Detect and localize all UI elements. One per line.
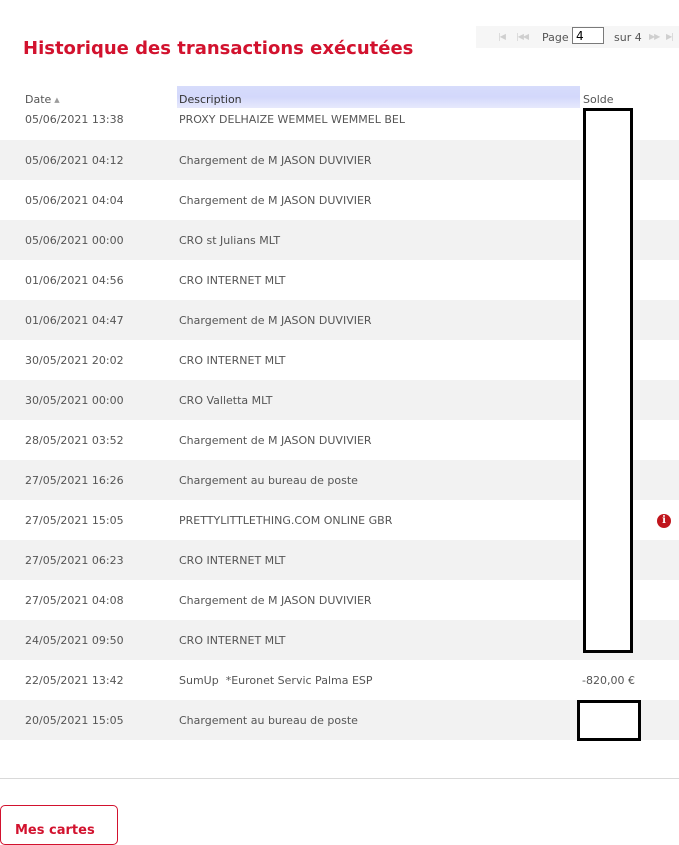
transaction-description: Chargement de M JASON DUVIVIER: [179, 434, 372, 447]
transaction-description: CRO st Julians MLT: [179, 234, 281, 247]
table-row[interactable]: 01/06/2021 04:47 Chargement de M JASON DU…: [0, 300, 679, 340]
transaction-description: Chargement de M JASON DUVIVIER: [179, 594, 372, 607]
transaction-description: Chargement de M JASON DUVIVIER: [179, 194, 372, 207]
transaction-date: 27/05/2021 15:05: [25, 514, 124, 527]
transaction-date: 05/06/2021 04:12: [25, 154, 124, 167]
transaction-date: 30/05/2021 20:02: [25, 354, 124, 367]
transaction-description: CRO INTERNET MLT: [179, 354, 286, 367]
table-row[interactable]: 24/05/2021 09:50 CRO INTERNET MLT: [0, 620, 679, 660]
transaction-date: 01/06/2021 04:47: [25, 314, 124, 327]
next-page-icon[interactable]: ▶▶: [649, 32, 660, 41]
transaction-description: Chargement au bureau de poste: [179, 474, 358, 487]
page-total-label: sur 4: [614, 31, 642, 44]
redaction-box: [577, 700, 641, 741]
my-cards-button[interactable]: Mes cartes: [0, 805, 118, 845]
divider: [0, 778, 679, 779]
table-row[interactable]: 27/05/2021 15:05 PRETTYLITTLETHING.COM ON…: [0, 500, 679, 540]
transaction-description: PRETTYLITTLETHING.COM ONLINE GBR: [179, 514, 393, 527]
page-label: Page: [542, 31, 569, 44]
transaction-description: CRO INTERNET MLT: [179, 634, 286, 647]
transaction-date: 05/06/2021 00:00: [25, 234, 124, 247]
last-page-icon[interactable]: ▶|: [666, 32, 674, 41]
transaction-date: 01/06/2021 04:56: [25, 274, 124, 287]
transaction-description: CRO INTERNET MLT: [179, 274, 286, 287]
page-title: Historique des transactions exécutées: [23, 38, 414, 59]
transaction-date: 27/05/2021 16:26: [25, 474, 124, 487]
table-row[interactable]: 05/06/2021 04:12 Chargement de M JASON DU…: [0, 140, 679, 180]
transaction-date: 27/05/2021 06:23: [25, 554, 124, 567]
transaction-description: Chargement de M JASON DUVIVIER: [179, 314, 372, 327]
transaction-date: 30/05/2021 00:00: [25, 394, 124, 407]
info-icon[interactable]: i: [657, 514, 671, 528]
transaction-description: CRO INTERNET MLT: [179, 554, 286, 567]
table-row[interactable]: 05/06/2021 13:38 PROXY DELHAIZE WEMMEL WE…: [0, 100, 679, 140]
table-row[interactable]: 28/05/2021 03:52 Chargement de M JASON DU…: [0, 420, 679, 460]
pagination: |◀ |◀◀ Page sur 4 ▶▶ ▶|: [476, 26, 679, 48]
transaction-description: Chargement de M JASON DUVIVIER: [179, 154, 372, 167]
prev-page-icon[interactable]: |◀◀: [516, 32, 529, 41]
table-row[interactable]: 01/06/2021 04:56 CRO INTERNET MLT: [0, 260, 679, 300]
transaction-date: 20/05/2021 15:05: [25, 714, 124, 727]
table-row[interactable]: 27/05/2021 06:23 CRO INTERNET MLT: [0, 540, 679, 580]
table-row[interactable]: 27/05/2021 04:08 Chargement de M JASON DU…: [0, 580, 679, 620]
transaction-date: 22/05/2021 13:42: [25, 674, 124, 687]
transaction-amount: -820,00 €: [582, 674, 635, 687]
transaction-date: 24/05/2021 09:50: [25, 634, 124, 647]
transaction-date: 05/06/2021 13:38: [25, 113, 124, 126]
transaction-description: Chargement au bureau de poste: [179, 714, 358, 727]
table-row[interactable]: 05/06/2021 04:04 Chargement de M JASON DU…: [0, 180, 679, 220]
transaction-description: CRO Valletta MLT: [179, 394, 273, 407]
table-row[interactable]: 30/05/2021 00:00 CRO Valletta MLT: [0, 380, 679, 420]
table-row[interactable]: 22/05/2021 13:42 SumUp *Euronet Servic Pa…: [0, 660, 679, 700]
transaction-date: 28/05/2021 03:52: [25, 434, 124, 447]
transaction-date: 27/05/2021 04:08: [25, 594, 124, 607]
page-number-input[interactable]: [572, 27, 604, 44]
first-page-icon[interactable]: |◀: [498, 32, 506, 41]
table-row[interactable]: 30/05/2021 20:02 CRO INTERNET MLT: [0, 340, 679, 380]
redaction-box: [583, 108, 633, 653]
transactions-table: 05/06/2021 13:38 PROXY DELHAIZE WEMMEL WE…: [0, 100, 679, 740]
transaction-description: SumUp *Euronet Servic Palma ESP: [179, 674, 373, 687]
transaction-date: 05/06/2021 04:04: [25, 194, 124, 207]
table-row[interactable]: 27/05/2021 16:26 Chargement au bureau de …: [0, 460, 679, 500]
transaction-description: PROXY DELHAIZE WEMMEL WEMMEL BEL: [179, 113, 405, 126]
table-row[interactable]: 05/06/2021 00:00 CRO st Julians MLT: [0, 220, 679, 260]
